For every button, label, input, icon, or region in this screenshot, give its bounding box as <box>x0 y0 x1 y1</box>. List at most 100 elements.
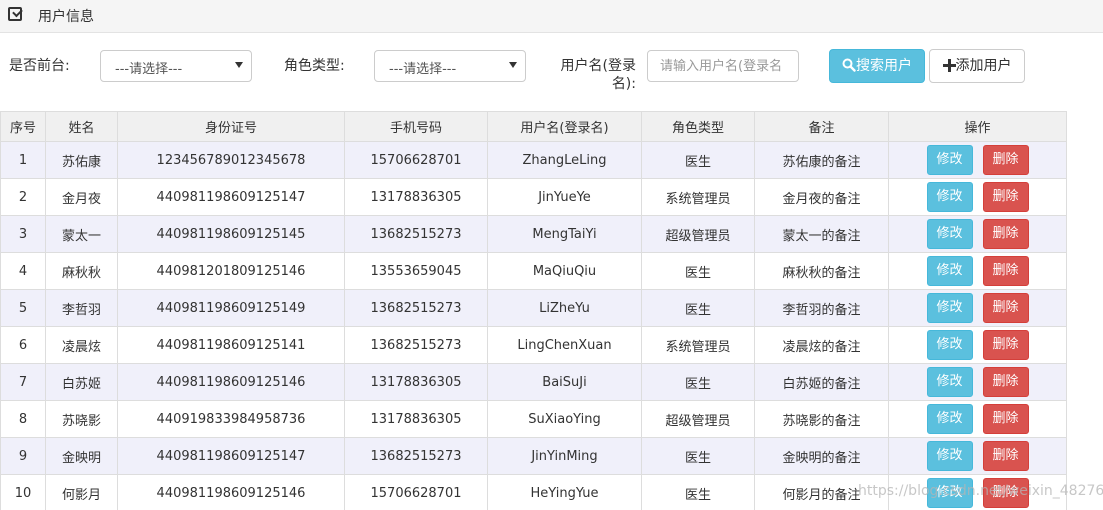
plus-icon <box>942 59 956 72</box>
row-actions: 修改 删除 <box>888 400 1067 438</box>
row-remark: 金映明的备注 <box>754 437 889 475</box>
delete-button[interactable]: 删除 <box>982 330 1029 360</box>
row-phone: 13682515273 <box>344 437 488 475</box>
row-index: 5 <box>0 289 46 327</box>
row-role: 医生 <box>641 437 755 475</box>
row-remark: 李哲羽的备注 <box>754 289 889 327</box>
row-username: LiZheYu <box>487 289 642 327</box>
panel-header: 用户信息 <box>0 0 1103 33</box>
row-index: 9 <box>0 437 46 475</box>
chevron-down-icon <box>235 62 243 68</box>
edit-button[interactable]: 修改 <box>926 219 973 249</box>
row-username: SuXiaoYing <box>487 400 642 438</box>
table-row: 10 何影月 440981198609125146 15706628701 HeYing… <box>0 474 1067 510</box>
row-username: MaQiuQiu <box>487 252 642 290</box>
delete-button[interactable]: 删除 <box>982 219 1029 249</box>
row-remark: 苏佑康的备注 <box>754 141 889 179</box>
row-role: 超级管理员 <box>641 215 755 253</box>
edit-button[interactable]: 修改 <box>926 478 973 508</box>
row-role: 医生 <box>641 252 755 290</box>
table-row: 7 白苏姬 440981198609125146 13178836305 BaiSuJi… <box>0 363 1067 401</box>
row-id-number: 440981198609125147 <box>117 178 345 216</box>
edit-button[interactable]: 修改 <box>926 145 973 175</box>
row-actions: 修改 删除 <box>888 474 1067 510</box>
row-id-number: 440919833984958736 <box>117 400 345 438</box>
row-username: JinYueYe <box>487 178 642 216</box>
edit-button[interactable]: 修改 <box>926 330 973 360</box>
delete-button[interactable]: 删除 <box>982 293 1029 323</box>
row-role: 系统管理员 <box>641 178 755 216</box>
row-role: 医生 <box>641 289 755 327</box>
delete-button[interactable]: 删除 <box>982 441 1029 471</box>
page-title: 用户信息 <box>38 9 94 25</box>
row-name: 金月夜 <box>45 178 118 216</box>
search-button-label: 搜索用户 <box>856 58 912 74</box>
row-role: 医生 <box>641 141 755 179</box>
row-phone: 15706628701 <box>344 474 488 510</box>
edit-button[interactable]: 修改 <box>926 404 973 434</box>
edit-button[interactable]: 修改 <box>926 256 973 286</box>
add-user-button[interactable]: 添加用户 <box>929 49 1025 83</box>
delete-button[interactable]: 删除 <box>982 478 1029 508</box>
row-phone: 13178836305 <box>344 363 488 401</box>
row-phone: 13178836305 <box>344 400 488 438</box>
row-remark: 苏晓影的备注 <box>754 400 889 438</box>
row-phone: 13553659045 <box>344 252 488 290</box>
search-user-button[interactable]: 搜索用户 <box>829 49 925 83</box>
row-name: 蒙太一 <box>45 215 118 253</box>
row-username: MengTaiYi <box>487 215 642 253</box>
chevron-down-icon <box>509 62 517 68</box>
edit-button[interactable]: 修改 <box>926 293 973 323</box>
row-username: ZhangLeLing <box>487 141 642 179</box>
username-filter-label: 用户名(登录 名): <box>560 58 636 92</box>
column-header: 手机号码 <box>344 111 488 142</box>
row-name: 苏佑康 <box>45 141 118 179</box>
table-row: 4 麻秋秋 440981201809125146 13553659045 MaQiuQi… <box>0 252 1067 290</box>
edit-button[interactable]: 修改 <box>926 182 973 212</box>
row-role: 医生 <box>641 363 755 401</box>
table-row: 8 苏晓影 440919833984958736 13178836305 SuXiaoY… <box>0 400 1067 438</box>
table-row: 3 蒙太一 440981198609125145 13682515273 MengTai… <box>0 215 1067 253</box>
row-username: BaiSuJi <box>487 363 642 401</box>
edit-button[interactable]: 修改 <box>926 441 973 471</box>
delete-button[interactable]: 删除 <box>982 404 1029 434</box>
front-select[interactable]: ---请选择--- <box>100 50 252 82</box>
row-remark: 凌晨炫的备注 <box>754 326 889 364</box>
row-index: 4 <box>0 252 46 290</box>
row-index: 6 <box>0 326 46 364</box>
row-index: 2 <box>0 178 46 216</box>
delete-button[interactable]: 删除 <box>982 367 1029 397</box>
column-header: 序号 <box>0 111 46 142</box>
edit-icon <box>8 7 22 21</box>
row-actions: 修改 删除 <box>888 141 1067 179</box>
row-remark: 蒙太一的备注 <box>754 215 889 253</box>
column-header: 姓名 <box>45 111 118 142</box>
username-input[interactable] <box>647 50 799 82</box>
user-table: 序号 姓名 身份证号 手机号码 用户名(登录名) 角色类型 备注 操作 1 苏佑康… <box>0 111 1067 510</box>
delete-button[interactable]: 删除 <box>982 182 1029 212</box>
row-name: 白苏姬 <box>45 363 118 401</box>
column-header: 备注 <box>754 111 889 142</box>
row-actions: 修改 删除 <box>888 252 1067 290</box>
delete-button[interactable]: 删除 <box>982 256 1029 286</box>
table-row: 1 苏佑康 123456789012345678 15706628701 ZhangLe… <box>0 141 1067 179</box>
delete-button[interactable]: 删除 <box>982 145 1029 175</box>
row-actions: 修改 删除 <box>888 289 1067 327</box>
row-remark: 麻秋秋的备注 <box>754 252 889 290</box>
role-select[interactable]: ---请选择--- <box>374 50 526 82</box>
row-name: 凌晨炫 <box>45 326 118 364</box>
row-id-number: 123456789012345678 <box>117 141 345 179</box>
table-row: 5 李哲羽 440981198609125149 13682515273 LiZheYu… <box>0 289 1067 327</box>
role-select-value: ---请选择--- <box>389 62 457 77</box>
row-id-number: 440981198609125141 <box>117 326 345 364</box>
row-name: 何影月 <box>45 474 118 510</box>
edit-button[interactable]: 修改 <box>926 367 973 397</box>
search-icon <box>842 58 856 72</box>
row-name: 麻秋秋 <box>45 252 118 290</box>
row-remark: 何影月的备注 <box>754 474 889 510</box>
row-id-number: 440981198609125146 <box>117 474 345 510</box>
row-actions: 修改 删除 <box>888 326 1067 364</box>
row-phone: 15706628701 <box>344 141 488 179</box>
table-row: 2 金月夜 440981198609125147 13178836305 JinYueY… <box>0 178 1067 216</box>
row-remark: 金月夜的备注 <box>754 178 889 216</box>
